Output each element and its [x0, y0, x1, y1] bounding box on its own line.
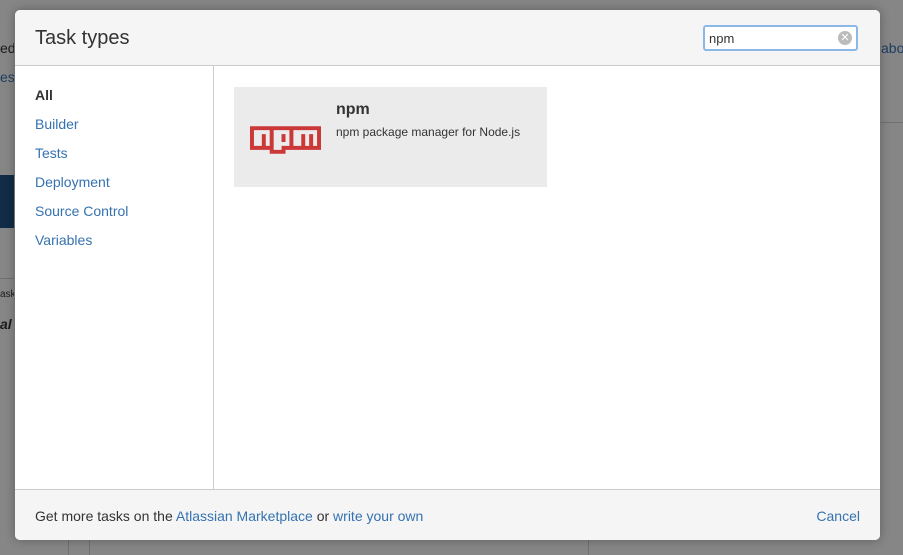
- cancel-button[interactable]: Cancel: [816, 508, 860, 524]
- task-description: npm package manager for Node.js: [336, 125, 521, 139]
- task-list: npm npm package manager for Node.js: [214, 66, 880, 489]
- npm-logo-icon: [250, 126, 321, 154]
- dialog-title: Task types: [35, 27, 130, 49]
- task-types-dialog: Task types ✕ All Builder Tests Deploymen…: [15, 10, 880, 540]
- clear-search-icon[interactable]: ✕: [838, 31, 852, 45]
- search-box[interactable]: ✕: [703, 25, 858, 51]
- sidebar-item-deployment[interactable]: Deployment: [35, 168, 213, 197]
- task-card-npm[interactable]: npm npm package manager for Node.js: [234, 87, 547, 187]
- task-name: npm: [336, 101, 370, 118]
- write-your-own-link[interactable]: write your own: [333, 508, 423, 524]
- category-sidebar: All Builder Tests Deployment Source Cont…: [15, 66, 214, 489]
- sidebar-item-builder[interactable]: Builder: [35, 110, 213, 139]
- sidebar-item-all[interactable]: All: [35, 81, 213, 110]
- category-list: All Builder Tests Deployment Source Cont…: [15, 66, 213, 255]
- footer-middle: or: [316, 508, 330, 524]
- sidebar-item-source-control[interactable]: Source Control: [35, 197, 213, 226]
- footer-prefix: Get more tasks on the: [35, 508, 173, 524]
- sidebar-item-tests[interactable]: Tests: [35, 139, 213, 168]
- search-input[interactable]: [709, 29, 833, 47]
- dialog-header: Task types ✕: [15, 10, 880, 66]
- footer-text: Get more tasks on the Atlassian Marketpl…: [35, 508, 423, 524]
- sidebar-item-variables[interactable]: Variables: [35, 226, 213, 255]
- dialog-footer: Get more tasks on the Atlassian Marketpl…: [15, 489, 880, 540]
- atlassian-marketplace-link[interactable]: Atlassian Marketplace: [176, 508, 313, 524]
